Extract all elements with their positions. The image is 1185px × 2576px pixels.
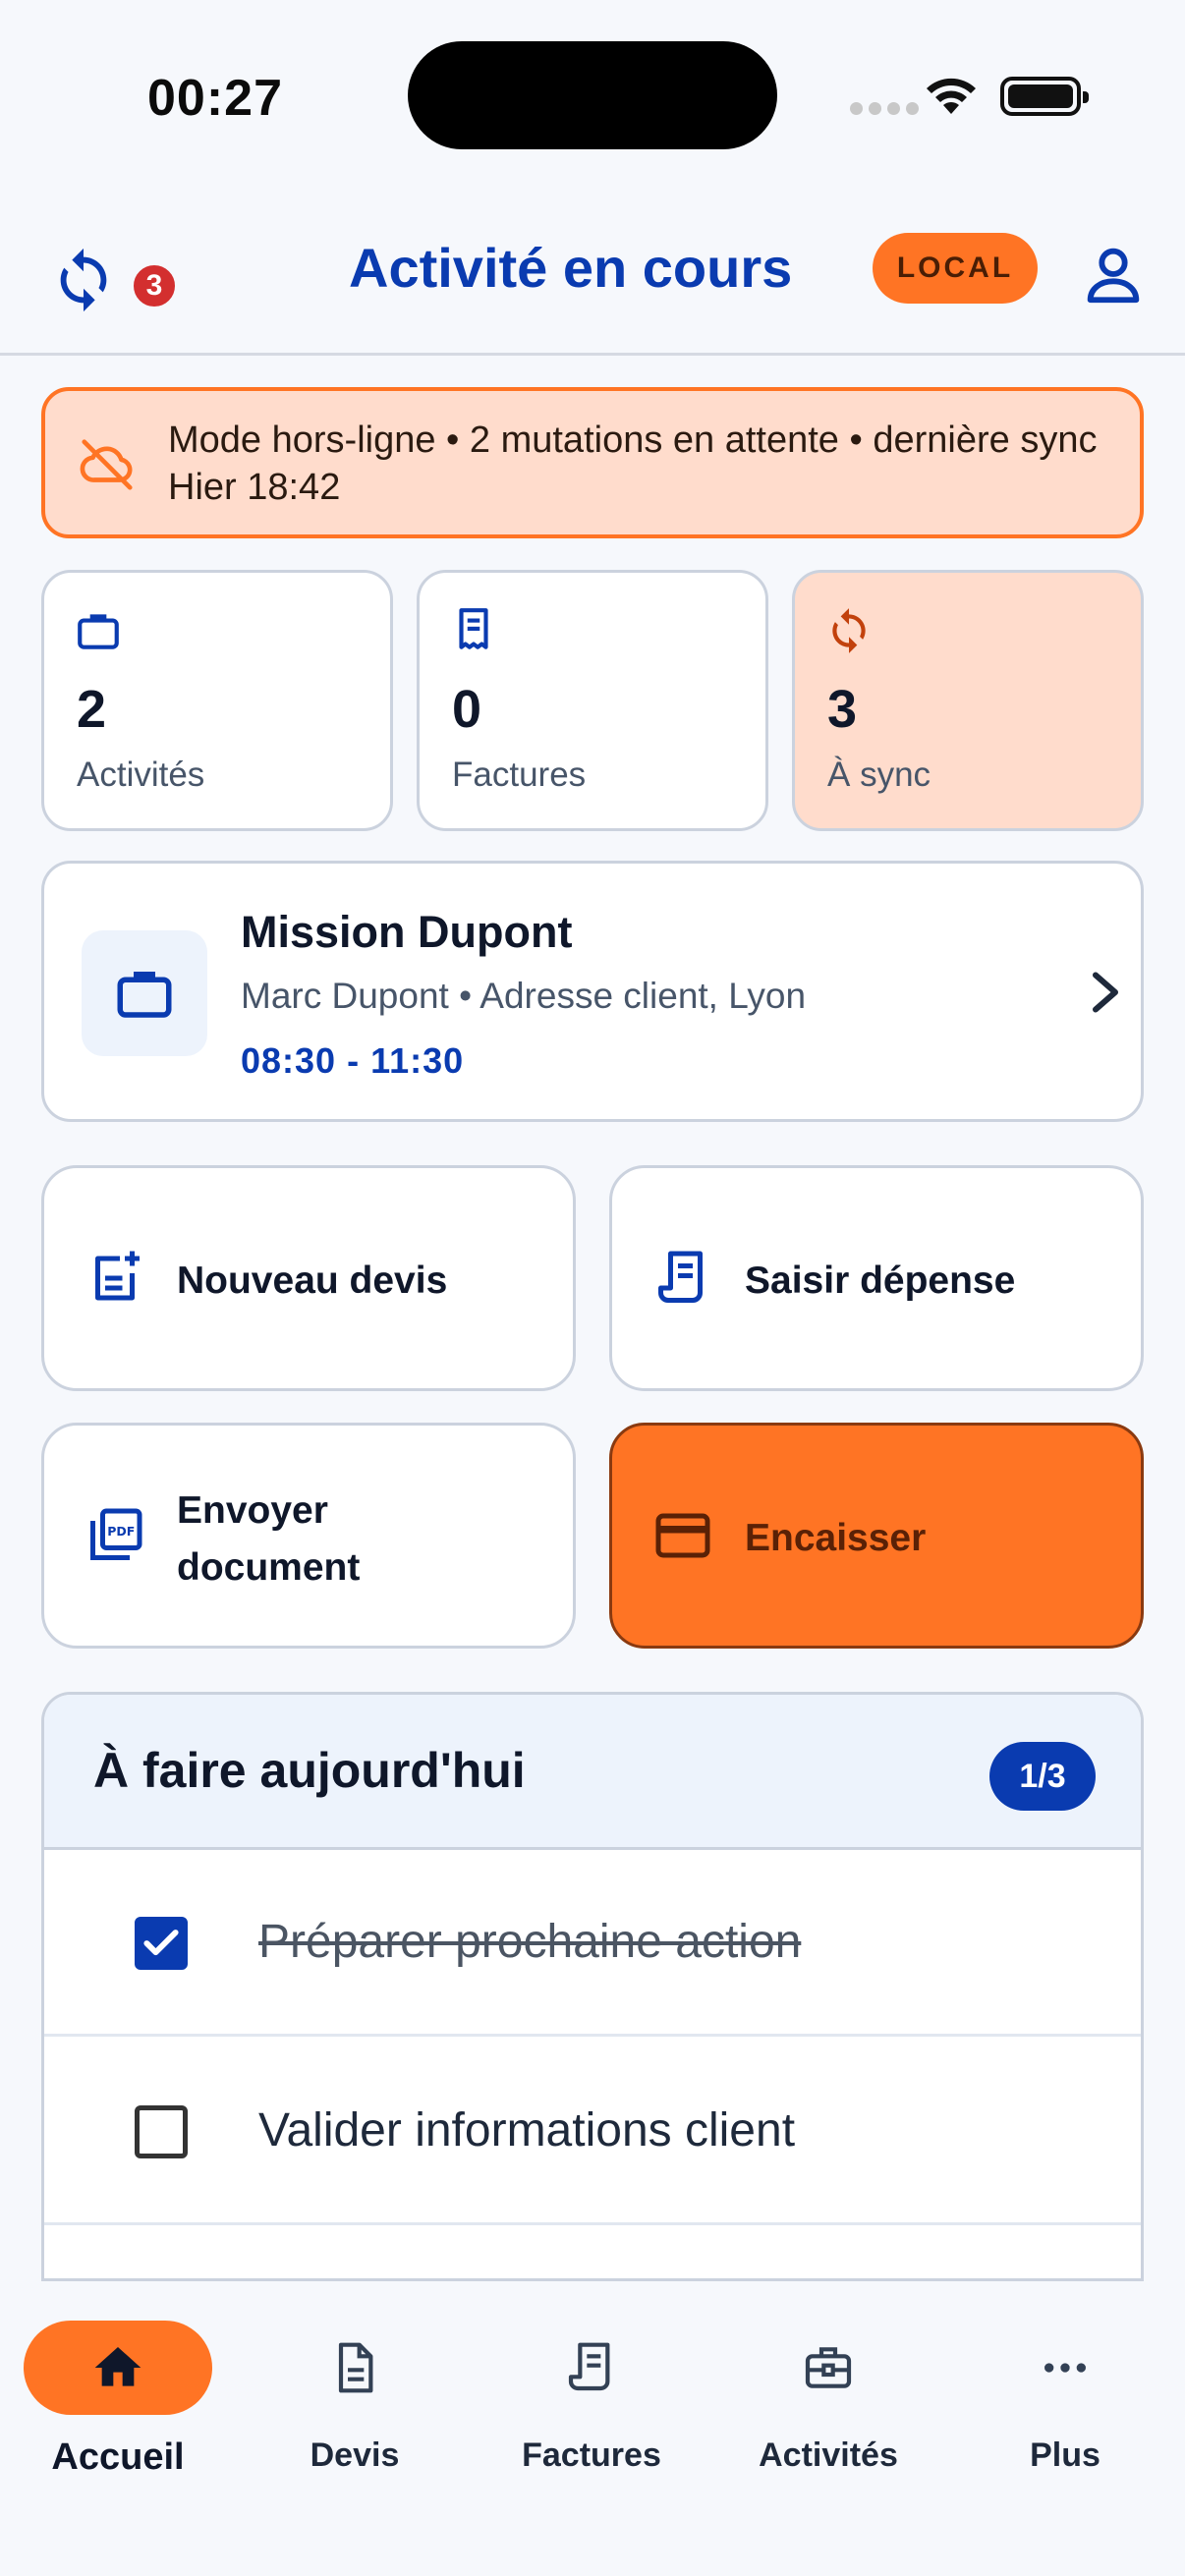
page-title: Activité en cours (349, 237, 793, 299)
todo-header: À faire aujourd'hui 1/3 (44, 1695, 1141, 1850)
stat-card-invoices[interactable]: 0 Factures (417, 570, 768, 831)
nav-more[interactable]: Plus (947, 2301, 1183, 2497)
nav-pill (260, 2321, 449, 2415)
pdf-icon: PDF (85, 1506, 144, 1570)
nav-label: Factures (522, 2436, 661, 2474)
sync-button[interactable]: 3 (49, 236, 179, 324)
sync-icon (60, 248, 107, 312)
stat-value: 3 (827, 680, 858, 739)
stat-card-activities[interactable]: 2 Activités (41, 570, 393, 831)
todo-checkbox-checked[interactable] (135, 1917, 188, 1970)
action-label: Encaisser (745, 1517, 927, 1559)
dynamic-island (408, 41, 777, 149)
credit-card-icon (653, 1506, 712, 1570)
todo-progress-badge: 1/3 (989, 1742, 1096, 1811)
wifi-icon (924, 75, 979, 121)
sync-count-badge: 3 (130, 261, 179, 310)
action-label: Nouveau devis (177, 1260, 448, 1302)
current-activity-card[interactable]: Mission Dupont Marc Dupont • Adresse cli… (41, 861, 1144, 1122)
nav-quotes[interactable]: Devis (237, 2301, 473, 2497)
chevron-right-icon (1086, 968, 1125, 1022)
todo-card: À faire aujourd'hui 1/3 Préparer prochai… (41, 1692, 1144, 2281)
nav-activities[interactable]: Activités (710, 2301, 946, 2497)
document-icon (338, 2342, 373, 2393)
todo-item[interactable]: Préparer prochaine action (44, 1850, 1141, 2037)
todo-item[interactable]: Valider informations client (44, 2039, 1141, 2225)
activity-icon-box (82, 930, 207, 1056)
user-icon (1087, 248, 1140, 304)
todo-title: À faire aujourd'hui (93, 1743, 526, 1798)
check-icon (143, 1930, 179, 1956)
profile-button[interactable] (1079, 240, 1154, 314)
toolbox-icon (805, 2347, 852, 2388)
stat-label: Activités (77, 756, 205, 794)
activity-client-address: Marc Dupont • Adresse client, Lyon (241, 976, 807, 1016)
nav-label: Activités (759, 2436, 898, 2474)
receipt-icon (653, 1249, 712, 1313)
sync-icon (824, 606, 874, 660)
bottom-navigation: Accueil Devis Factures Activités Plus (0, 2281, 1185, 2576)
note-add-icon (85, 1249, 144, 1313)
home-icon (94, 2347, 141, 2386)
receipt-icon (449, 606, 498, 660)
todo-text: Préparer prochaine action (258, 1916, 802, 1968)
nav-invoices[interactable]: Factures (474, 2301, 709, 2497)
todo-text: Valider informations client (258, 2104, 796, 2156)
stat-value: 2 (77, 680, 107, 739)
stat-label: Factures (452, 756, 587, 794)
stat-value: 0 (452, 680, 482, 739)
nav-label: Devis (310, 2436, 400, 2474)
nav-pill (971, 2321, 1159, 2415)
stat-label: À sync (827, 756, 931, 794)
nav-pill (497, 2321, 686, 2415)
offline-banner: Mode hors-ligne • 2 mutations en attente… (41, 387, 1144, 538)
svg-text:PDF: PDF (107, 1524, 135, 1539)
receipt-icon (568, 2342, 610, 2391)
cloud-off-icon (77, 434, 138, 500)
briefcase-icon (117, 972, 172, 1018)
offline-status-text: Mode hors-ligne • 2 mutations en attente… (168, 420, 1098, 508)
activity-title: Mission Dupont (241, 907, 573, 957)
nav-pill (734, 2321, 923, 2415)
collect-payment-button[interactable]: Encaisser (609, 1423, 1144, 1649)
stat-card-to-sync[interactable]: 3 À sync (792, 570, 1144, 831)
cellular-signal-icon (850, 102, 925, 120)
action-label: Envoyer document (177, 1489, 361, 1589)
status-time: 00:27 (147, 70, 283, 127)
app-header: 3 Activité en cours LOCAL (0, 196, 1185, 356)
briefcase-icon (74, 606, 123, 660)
more-icon (1044, 2363, 1086, 2373)
enter-expense-button[interactable]: Saisir dépense (609, 1165, 1144, 1391)
new-quote-button[interactable]: Nouveau devis (41, 1165, 576, 1391)
nav-label: Accueil (51, 2436, 185, 2478)
activity-time-range: 08:30 - 11:30 (241, 1040, 465, 1081)
nav-pill (24, 2321, 212, 2415)
action-label: Saisir dépense (745, 1260, 1016, 1302)
status-bar: 00:27 (0, 0, 1185, 187)
environment-badge: LOCAL (873, 233, 1038, 304)
battery-icon (1000, 77, 1089, 116)
todo-checkbox[interactable] (135, 2105, 188, 2158)
nav-home[interactable]: Accueil (0, 2301, 236, 2497)
send-document-button[interactable]: PDF Envoyer document (41, 1423, 576, 1649)
nav-label: Plus (1030, 2436, 1100, 2474)
